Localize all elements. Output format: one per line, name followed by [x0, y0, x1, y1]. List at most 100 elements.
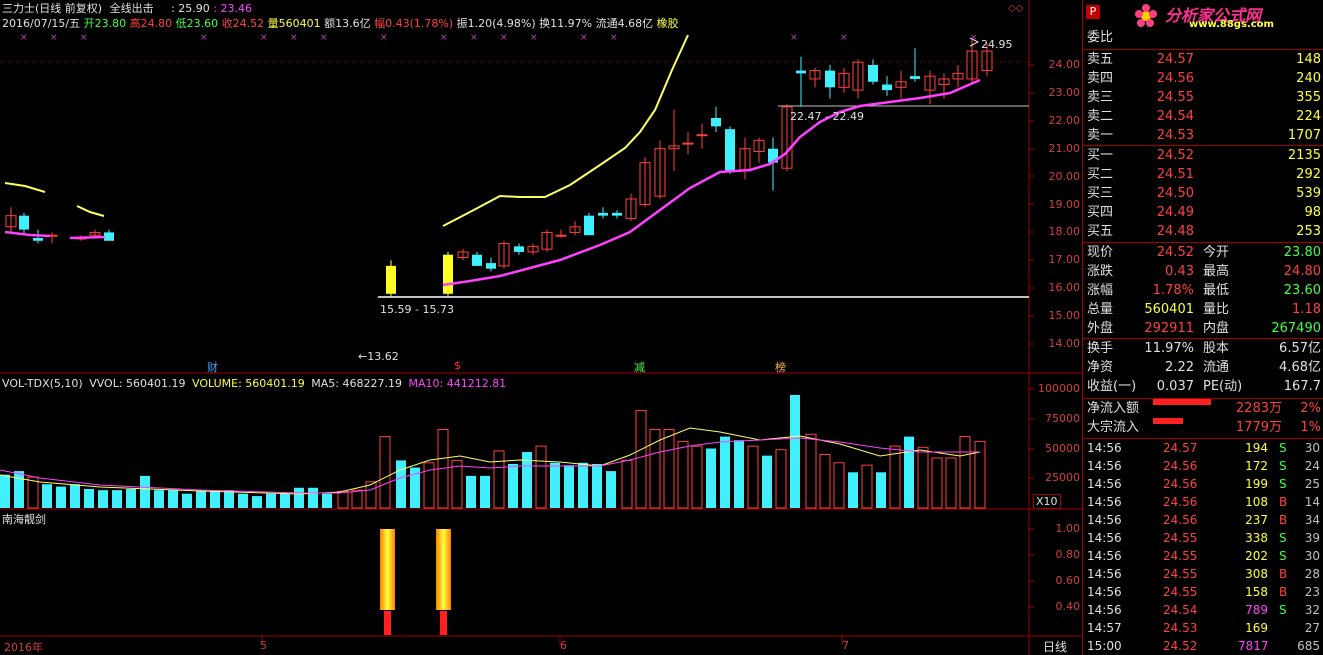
restore-icon[interactable]: ◇◇ [1008, 3, 1023, 14]
tick-volume: 237 [1245, 513, 1268, 527]
volume-bar [0, 474, 10, 508]
event-marker-dividend[interactable]: $ [454, 359, 461, 372]
ask-row[interactable]: 卖一 24.53 1707 [1083, 126, 1323, 145]
price-tick: 20.00 [1048, 169, 1081, 183]
tick-count: 27 [1304, 621, 1320, 635]
tick-row[interactable]: 14:56 24.55 202 S 30 [1083, 547, 1323, 565]
tick-row[interactable]: 14:56 24.56 237 B 34 [1083, 511, 1323, 529]
signal-marker: × [20, 33, 28, 43]
volume-bar [126, 488, 136, 508]
candle-body [882, 84, 892, 91]
vol-tick: 75000 [1045, 411, 1080, 425]
indicator-value-2: : 23.46 [213, 2, 252, 15]
ask-row[interactable]: 卖四 24.56 240 [1083, 69, 1323, 88]
ask-row[interactable]: 卖五 24.57 148 [1083, 50, 1323, 69]
flow-value: 2283万 [1235, 401, 1282, 416]
bid-volume: 253 [1296, 224, 1321, 239]
stat-value: 24.52 [1156, 245, 1194, 260]
volume-bar [14, 471, 24, 508]
tick-time: 14:56 [1087, 585, 1122, 599]
tick-row[interactable]: 14:56 24.56 172 S 24 [1083, 457, 1323, 475]
indicator-name: 全线出击 [109, 2, 154, 15]
price-tick: 14.00 [1048, 337, 1081, 350]
ask-row[interactable]: 卖二 24.54 224 [1083, 107, 1323, 126]
ma-line-magenta [4, 230, 51, 238]
x-label-may: 5 [260, 639, 267, 652]
event-marker-list[interactable]: 榜 [775, 359, 786, 375]
tick-count: 34 [1304, 513, 1320, 527]
ask-label: 卖五 [1087, 52, 1114, 67]
volume-bar [578, 462, 588, 508]
stat-row: 外盘 292911 内盘 267490 [1083, 319, 1323, 338]
period-selector[interactable]: 日线 [1043, 638, 1067, 655]
volume-bar [663, 428, 675, 509]
flow-bar [1153, 418, 1183, 424]
signal-marker: × [50, 33, 58, 43]
event-marker-reduce[interactable]: 减 [634, 359, 645, 375]
tick-direction: B [1279, 495, 1288, 509]
ind-tick: 0.80 [1055, 548, 1081, 561]
signal-marker: × [470, 33, 478, 43]
tick-direction: S [1279, 477, 1287, 491]
volume-bar [182, 493, 192, 508]
tick-count: 23 [1304, 585, 1320, 599]
tick-row[interactable]: 14:56 24.55 338 S 39 [1083, 529, 1323, 547]
tick-count: 25 [1304, 477, 1320, 491]
volume-bar [42, 484, 52, 508]
tick-direction: B [1279, 585, 1288, 599]
tick-row[interactable]: 14:57 24.53 169 27 [1083, 619, 1323, 637]
ask-volume: 224 [1296, 109, 1321, 124]
volume-bar [280, 493, 290, 508]
candle-body [598, 212, 608, 216]
chart-canvas[interactable]: × × × × × × × × × × × × × × × × × [0, 0, 1082, 655]
stat-label: 涨跌 [1087, 264, 1114, 279]
tick-row[interactable]: 14:56 24.55 308 B 28 [1083, 565, 1323, 583]
tick-time: 14:56 [1087, 459, 1122, 473]
event-marker-finance[interactable]: 财 [207, 359, 218, 375]
flower-logo-icon [1135, 4, 1157, 27]
tick-count: 30 [1304, 549, 1320, 563]
p-icon[interactable]: P [1086, 5, 1100, 19]
signal-marker: × [200, 33, 208, 43]
fundamental-row: 收益(一) 0.037 PE(动) 167.7 [1083, 377, 1323, 396]
volume-bar [635, 409, 647, 509]
bid-label: 买四 [1087, 205, 1114, 220]
fund-value-2: 6.57亿 [1279, 341, 1321, 356]
tick-row[interactable]: 14:56 24.57 194 S 30 [1083, 439, 1323, 457]
ohlc-info-bar: 2016/07/15/五 开23.80 高24.80 低23.60 收24.52… [2, 16, 679, 31]
ask-row[interactable]: 卖三 24.55 355 [1083, 88, 1323, 107]
stat-value-2: 23.80 [1283, 245, 1321, 260]
tick-row[interactable]: 14:56 24.56 108 B 14 [1083, 493, 1323, 511]
tick-volume: 308 [1245, 567, 1268, 581]
tick-volume: 158 [1245, 585, 1268, 599]
bid-row[interactable]: 买四 24.49 98 [1083, 203, 1323, 222]
bid-price: 24.49 [1156, 205, 1194, 220]
stat-row: 涨跌 0.43 最高 24.80 [1083, 262, 1323, 281]
ask-price: 24.53 [1156, 128, 1194, 143]
volume-bar [833, 462, 845, 509]
tick-row[interactable]: 14:56 24.54 789 S 32 [1083, 601, 1323, 619]
ask-price: 24.54 [1156, 109, 1194, 124]
bid-row[interactable]: 买三 24.50 539 [1083, 184, 1323, 203]
bid-row[interactable]: 买五 24.48 253 [1083, 222, 1323, 241]
signal-marker: × [440, 33, 448, 43]
tick-direction: S [1279, 459, 1287, 473]
bid-volume: 2135 [1287, 148, 1321, 163]
bid-row[interactable]: 买二 24.51 292 [1083, 165, 1323, 184]
kline-chart-area[interactable]: × × × × × × × × × × × × × × × × × 三力士(日线 前复权) 全线出击 : 25.… [0, 0, 1082, 655]
tick-row[interactable]: 14:56 24.56 199 S 25 [1083, 475, 1323, 493]
bid-row[interactable]: 买一 24.52 2135 [1083, 146, 1323, 165]
weibi-row: 委比 [1083, 28, 1323, 47]
vol-volume: VOLUME: 560401.19 [192, 377, 305, 390]
tick-row[interactable]: 14:56 24.55 158 B 23 [1083, 583, 1323, 601]
tick-direction: S [1279, 441, 1287, 455]
tick-direction: S [1279, 531, 1287, 545]
ask-label: 卖四 [1087, 71, 1114, 86]
tick-count: 28 [1304, 567, 1320, 581]
volume-bar [621, 459, 633, 509]
bid-label: 买二 [1087, 167, 1114, 182]
tick-row[interactable]: 15:00 24.52 7817 685 [1083, 637, 1323, 655]
bid-label: 买三 [1087, 186, 1114, 201]
vol-tick: 25000 [1045, 471, 1080, 485]
candle-body [725, 129, 735, 172]
